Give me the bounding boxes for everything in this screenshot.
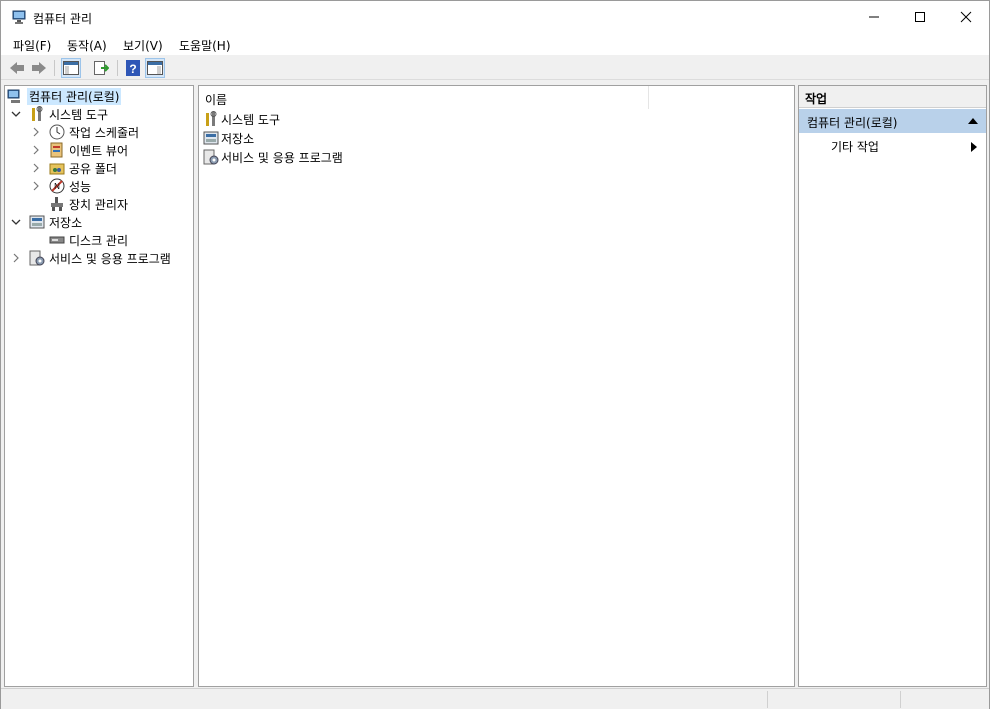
actions-section-label: 컴퓨터 관리(로컬): [807, 116, 898, 130]
computer-management-icon: [12, 10, 26, 24]
tree-item-label: 장치 관리자: [69, 197, 129, 212]
close-icon: [960, 11, 972, 23]
tree-item-storage[interactable]: 저장소: [9, 213, 82, 231]
tree-item-label: 시스템 도구: [49, 107, 109, 122]
maximize-button[interactable]: [897, 1, 943, 33]
tree-item-performance[interactable]: N 성능: [29, 177, 91, 195]
chevron-right-icon[interactable]: [29, 141, 43, 159]
device-manager-icon: [51, 197, 63, 211]
results-pane: 이름 시스템 도구 저장소 서비스 및 응용 프로그램: [198, 85, 795, 687]
performance-icon: N: [49, 178, 65, 194]
toolbar-separator: [117, 60, 118, 76]
column-header-name[interactable]: 이름: [199, 86, 649, 109]
more-actions-label: 기타 작업: [831, 140, 879, 154]
toolbar-separator: [54, 60, 55, 76]
forward-icon: [32, 62, 46, 74]
status-bar: [1, 688, 989, 709]
minimize-icon: [869, 16, 879, 18]
svg-text:N: N: [54, 182, 60, 191]
computer-management-window: 컴퓨터 관리 파일(F) 동작(A) 보기(V) 도움말(H) ? 컴퓨터 관리…: [0, 0, 990, 709]
menu-file[interactable]: 파일(F): [11, 36, 53, 55]
title-bar[interactable]: 컴퓨터 관리: [1, 1, 989, 34]
console-tree-pane: 컴퓨터 관리(로컬) 시스템 도구 작업 스케줄러 이벤트 뷰어 공유 폴더 N…: [4, 85, 194, 687]
list-item[interactable]: 저장소: [203, 129, 254, 147]
submenu-arrow-icon: [971, 142, 977, 152]
tree-item-label: 디스크 관리: [69, 233, 129, 248]
tree-item-device-manager[interactable]: 장치 관리자: [29, 195, 128, 213]
tree-item-label: 성능: [69, 179, 92, 194]
services-icon: [29, 250, 45, 266]
back-button[interactable]: [7, 58, 27, 78]
system-tools-icon: [206, 111, 217, 126]
storage-icon: [29, 215, 45, 229]
chevron-right-icon[interactable]: [29, 159, 43, 177]
show-hide-action-pane-button[interactable]: [145, 58, 165, 78]
tree-item-label: 이벤트 뷰어: [69, 143, 129, 158]
menu-bar: 파일(F) 동작(A) 보기(V) 도움말(H): [1, 34, 989, 55]
event-viewer-icon: [50, 142, 63, 158]
help-button[interactable]: ?: [123, 58, 143, 78]
clock-icon: [49, 124, 65, 140]
show-hide-action-pane-icon: [147, 61, 163, 75]
list-item-label: 시스템 도구: [221, 112, 281, 127]
tree-item-label: 컴퓨터 관리(로컬): [27, 87, 122, 105]
tree-item-label: 작업 스케줄러: [69, 125, 140, 140]
maximize-icon: [915, 12, 925, 22]
column-header-label: 이름: [205, 93, 228, 107]
window-title: 컴퓨터 관리: [33, 12, 93, 26]
show-hide-console-tree-icon: [63, 61, 79, 75]
tree-item-label: 저장소: [49, 215, 83, 230]
system-tools-icon: [32, 106, 43, 121]
chevron-right-icon[interactable]: [29, 123, 43, 141]
list-item-label: 서비스 및 응용 프로그램: [221, 150, 343, 165]
help-icon: ?: [126, 60, 140, 76]
tree-item-task-scheduler[interactable]: 작업 스케줄러: [29, 123, 139, 141]
shared-folder-icon: [49, 163, 65, 175]
computer-management-icon: [7, 89, 20, 103]
toolbar: ?: [1, 56, 989, 80]
chevron-right-icon[interactable]: [9, 249, 23, 267]
tree-item-disk-management[interactable]: 디스크 관리: [29, 231, 128, 249]
menu-action[interactable]: 동작(A): [65, 36, 109, 55]
chevron-down-icon[interactable]: [9, 213, 23, 231]
svg-text:?: ?: [129, 62, 136, 76]
status-bar-divider: [767, 691, 768, 708]
storage-icon: [203, 131, 219, 145]
status-bar-divider: [900, 691, 901, 708]
chevron-right-icon[interactable]: [29, 177, 43, 195]
tree-item-shared-folders[interactable]: 공유 폴더: [29, 159, 117, 177]
actions-header: 작업: [799, 86, 986, 108]
menu-help[interactable]: 도움말(H): [177, 36, 233, 55]
export-list-icon: [94, 61, 109, 75]
menu-view[interactable]: 보기(V): [121, 36, 165, 55]
tree-item-computer-management[interactable]: 컴퓨터 관리(로컬): [7, 87, 122, 105]
list-item[interactable]: 시스템 도구: [203, 110, 280, 128]
back-icon: [10, 62, 24, 74]
tree-item-label: 서비스 및 응용 프로그램: [49, 251, 171, 266]
more-actions-item[interactable]: 기타 작업: [831, 138, 981, 156]
close-button[interactable]: [943, 1, 989, 33]
list-item[interactable]: 서비스 및 응용 프로그램: [203, 148, 343, 166]
services-icon: [203, 149, 219, 165]
chevron-down-icon[interactable]: [9, 105, 23, 123]
show-hide-console-tree-button[interactable]: [61, 58, 81, 78]
actions-section-computer-management[interactable]: 컴퓨터 관리(로컬): [799, 109, 986, 133]
list-item-label: 저장소: [221, 131, 255, 146]
tree-item-event-viewer[interactable]: 이벤트 뷰어: [29, 141, 128, 159]
export-list-button[interactable]: [91, 58, 111, 78]
forward-button[interactable]: [29, 58, 49, 78]
actions-pane: 작업 컴퓨터 관리(로컬) 기타 작업: [798, 85, 987, 687]
disk-icon: [49, 236, 65, 244]
tree-item-services-applications[interactable]: 서비스 및 응용 프로그램: [9, 249, 171, 267]
tree-item-label: 공유 폴더: [69, 161, 117, 176]
minimize-button[interactable]: [851, 1, 897, 33]
tree-item-system-tools[interactable]: 시스템 도구: [9, 105, 108, 123]
collapse-up-icon[interactable]: [968, 117, 978, 125]
